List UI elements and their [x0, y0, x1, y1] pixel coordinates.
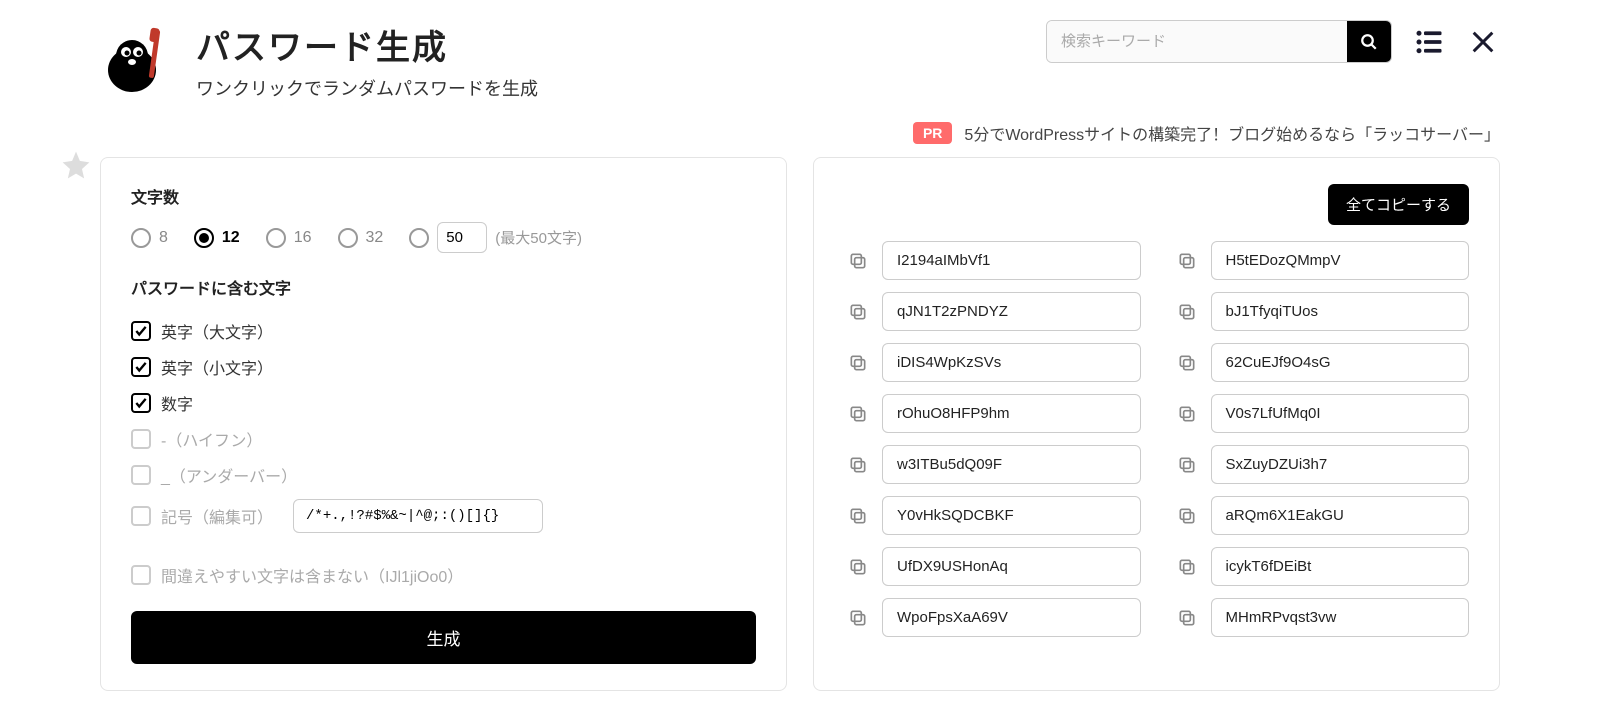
result-item: SxZuyDZUi3h7	[1173, 445, 1470, 484]
radio-icon	[409, 228, 429, 248]
pr-badge: PR	[913, 122, 952, 144]
menu-list-icon[interactable]	[1412, 25, 1446, 59]
copy-icon[interactable]	[844, 247, 872, 275]
pr-banner: PR 5分でWordPressサイトの構築完了！ブログ始めるなら「ラッコサーバー…	[100, 121, 1500, 145]
result-item: bJ1TfyqiTUos	[1173, 292, 1470, 331]
copy-icon[interactable]	[844, 451, 872, 479]
checkbox-icon	[131, 357, 151, 377]
length-custom-input[interactable]	[437, 222, 487, 253]
length-radio-16[interactable]: 16	[266, 228, 312, 248]
checkbox-icon	[131, 321, 151, 341]
result-item: WpoFpsXaA69V	[844, 598, 1141, 637]
search-input[interactable]	[1047, 21, 1347, 62]
result-item: iDIS4WpKzSVs	[844, 343, 1141, 382]
length-radio-group: 8 12 16 32 (最大50文字)	[131, 222, 756, 253]
password-value[interactable]: w3ITBu5dQ09F	[882, 445, 1141, 484]
char-check-2[interactable]: 数字	[131, 385, 756, 421]
result-item: rOhuO8HFP9hm	[844, 394, 1141, 433]
checkbox-icon	[131, 393, 151, 413]
result-item: w3ITBu5dQ09F	[844, 445, 1141, 484]
checkbox-icon	[131, 565, 151, 585]
radio-icon	[338, 228, 358, 248]
password-value[interactable]: aRQm6X1EakGU	[1211, 496, 1470, 535]
result-item: 62CuEJf9O4sG	[1173, 343, 1470, 382]
pr-text[interactable]: 5分でWordPressサイトの構築完了！ブログ始めるなら「ラッコサーバー」	[964, 121, 1500, 145]
copy-icon[interactable]	[844, 349, 872, 377]
search-icon	[1360, 33, 1378, 51]
char-check-0[interactable]: 英字（大文字）	[131, 313, 756, 349]
copy-icon[interactable]	[1173, 349, 1201, 377]
radio-icon	[131, 228, 151, 248]
chars-label: パスワードに含む文字	[131, 275, 756, 299]
chars-checklist: 英字（大文字）英字（小文字）数字-（ハイフン）_（アンダーバー）記号（編集可）	[131, 313, 756, 539]
length-max-hint: (最大50文字)	[495, 227, 582, 248]
page-title: パスワード生成	[196, 20, 538, 69]
password-value[interactable]: I2194aIMbVf1	[882, 241, 1141, 280]
settings-panel: 文字数 8 12 16 32 (最大50文字) パスワードに含む文字 英字（大文字）英字…	[100, 157, 787, 691]
password-value[interactable]: H5tEDozQMmpV	[1211, 241, 1470, 280]
title-block: パスワード生成 ワンクリックでランダムパスワードを生成	[100, 20, 538, 101]
page-subtitle: ワンクリックでランダムパスワードを生成	[196, 75, 538, 101]
generate-button[interactable]: 生成	[131, 611, 756, 664]
copy-icon[interactable]	[844, 553, 872, 581]
password-value[interactable]: 62CuEJf9O4sG	[1211, 343, 1470, 382]
copy-icon[interactable]	[1173, 247, 1201, 275]
checkbox-icon	[131, 429, 151, 449]
copy-all-button[interactable]: 全てコピーする	[1328, 184, 1469, 225]
length-label: 文字数	[131, 184, 756, 208]
result-item: V0s7LfUfMq0I	[1173, 394, 1470, 433]
exclude-confusing-check[interactable]: 間違えやすい文字は含まない（IJl1jiOo0）	[131, 557, 756, 593]
length-radio-12[interactable]: 12	[194, 228, 240, 248]
password-value[interactable]: Y0vHkSQDCBKF	[882, 496, 1141, 535]
password-value[interactable]: bJ1TfyqiTUos	[1211, 292, 1470, 331]
char-check-3[interactable]: -（ハイフン）	[131, 421, 756, 457]
copy-icon[interactable]	[1173, 604, 1201, 632]
length-radio-32[interactable]: 32	[338, 228, 384, 248]
result-item: H5tEDozQMmpV	[1173, 241, 1470, 280]
password-value[interactable]: icykT6fDEiBt	[1211, 547, 1470, 586]
copy-icon[interactable]	[1173, 451, 1201, 479]
length-radio-8[interactable]: 8	[131, 228, 168, 248]
result-item: qJN1T2zPNDYZ	[844, 292, 1141, 331]
copy-icon[interactable]	[844, 604, 872, 632]
result-item: icykT6fDEiBt	[1173, 547, 1470, 586]
result-item: UfDX9USHonAq	[844, 547, 1141, 586]
symbols-input[interactable]	[293, 499, 543, 533]
checkbox-icon	[131, 465, 151, 485]
result-item: aRQm6X1EakGU	[1173, 496, 1470, 535]
search-button[interactable]	[1347, 21, 1391, 62]
copy-icon[interactable]	[1173, 298, 1201, 326]
password-value[interactable]: SxZuyDZUi3h7	[1211, 445, 1470, 484]
copy-icon[interactable]	[1173, 553, 1201, 581]
password-value[interactable]: rOhuO8HFP9hm	[882, 394, 1141, 433]
char-check-1[interactable]: 英字（小文字）	[131, 349, 756, 385]
length-custom[interactable]: (最大50文字)	[409, 222, 582, 253]
copy-icon[interactable]	[844, 298, 872, 326]
password-value[interactable]: MHmRPvqst3vw	[1211, 598, 1470, 637]
logo-icon	[100, 20, 180, 100]
x-social-icon[interactable]	[1466, 25, 1500, 59]
password-value[interactable]: qJN1T2zPNDYZ	[882, 292, 1141, 331]
radio-icon	[266, 228, 286, 248]
header: パスワード生成 ワンクリックでランダムパスワードを生成	[100, 20, 1500, 101]
result-item: I2194aIMbVf1	[844, 241, 1141, 280]
favorite-star-icon[interactable]	[60, 149, 92, 181]
copy-icon[interactable]	[1173, 502, 1201, 530]
password-value[interactable]: iDIS4WpKzSVs	[882, 343, 1141, 382]
copy-icon[interactable]	[844, 400, 872, 428]
result-item: Y0vHkSQDCBKF	[844, 496, 1141, 535]
password-value[interactable]: UfDX9USHonAq	[882, 547, 1141, 586]
password-value[interactable]: V0s7LfUfMq0I	[1211, 394, 1470, 433]
checkbox-icon	[131, 506, 151, 526]
result-item: MHmRPvqst3vw	[1173, 598, 1470, 637]
copy-icon[interactable]	[1173, 400, 1201, 428]
copy-icon[interactable]	[844, 502, 872, 530]
search-box	[1046, 20, 1392, 63]
radio-icon	[194, 228, 214, 248]
char-check-4[interactable]: _（アンダーバー）	[131, 457, 756, 493]
char-check-5[interactable]: 記号（編集可）	[131, 493, 756, 539]
results-panel: 全てコピーする I2194aIMbVf1 H5tEDozQMmpV qJN1T2zP…	[813, 157, 1500, 691]
password-value[interactable]: WpoFpsXaA69V	[882, 598, 1141, 637]
results-grid: I2194aIMbVf1 H5tEDozQMmpV qJN1T2zPNDYZ bJ1T…	[844, 241, 1469, 637]
